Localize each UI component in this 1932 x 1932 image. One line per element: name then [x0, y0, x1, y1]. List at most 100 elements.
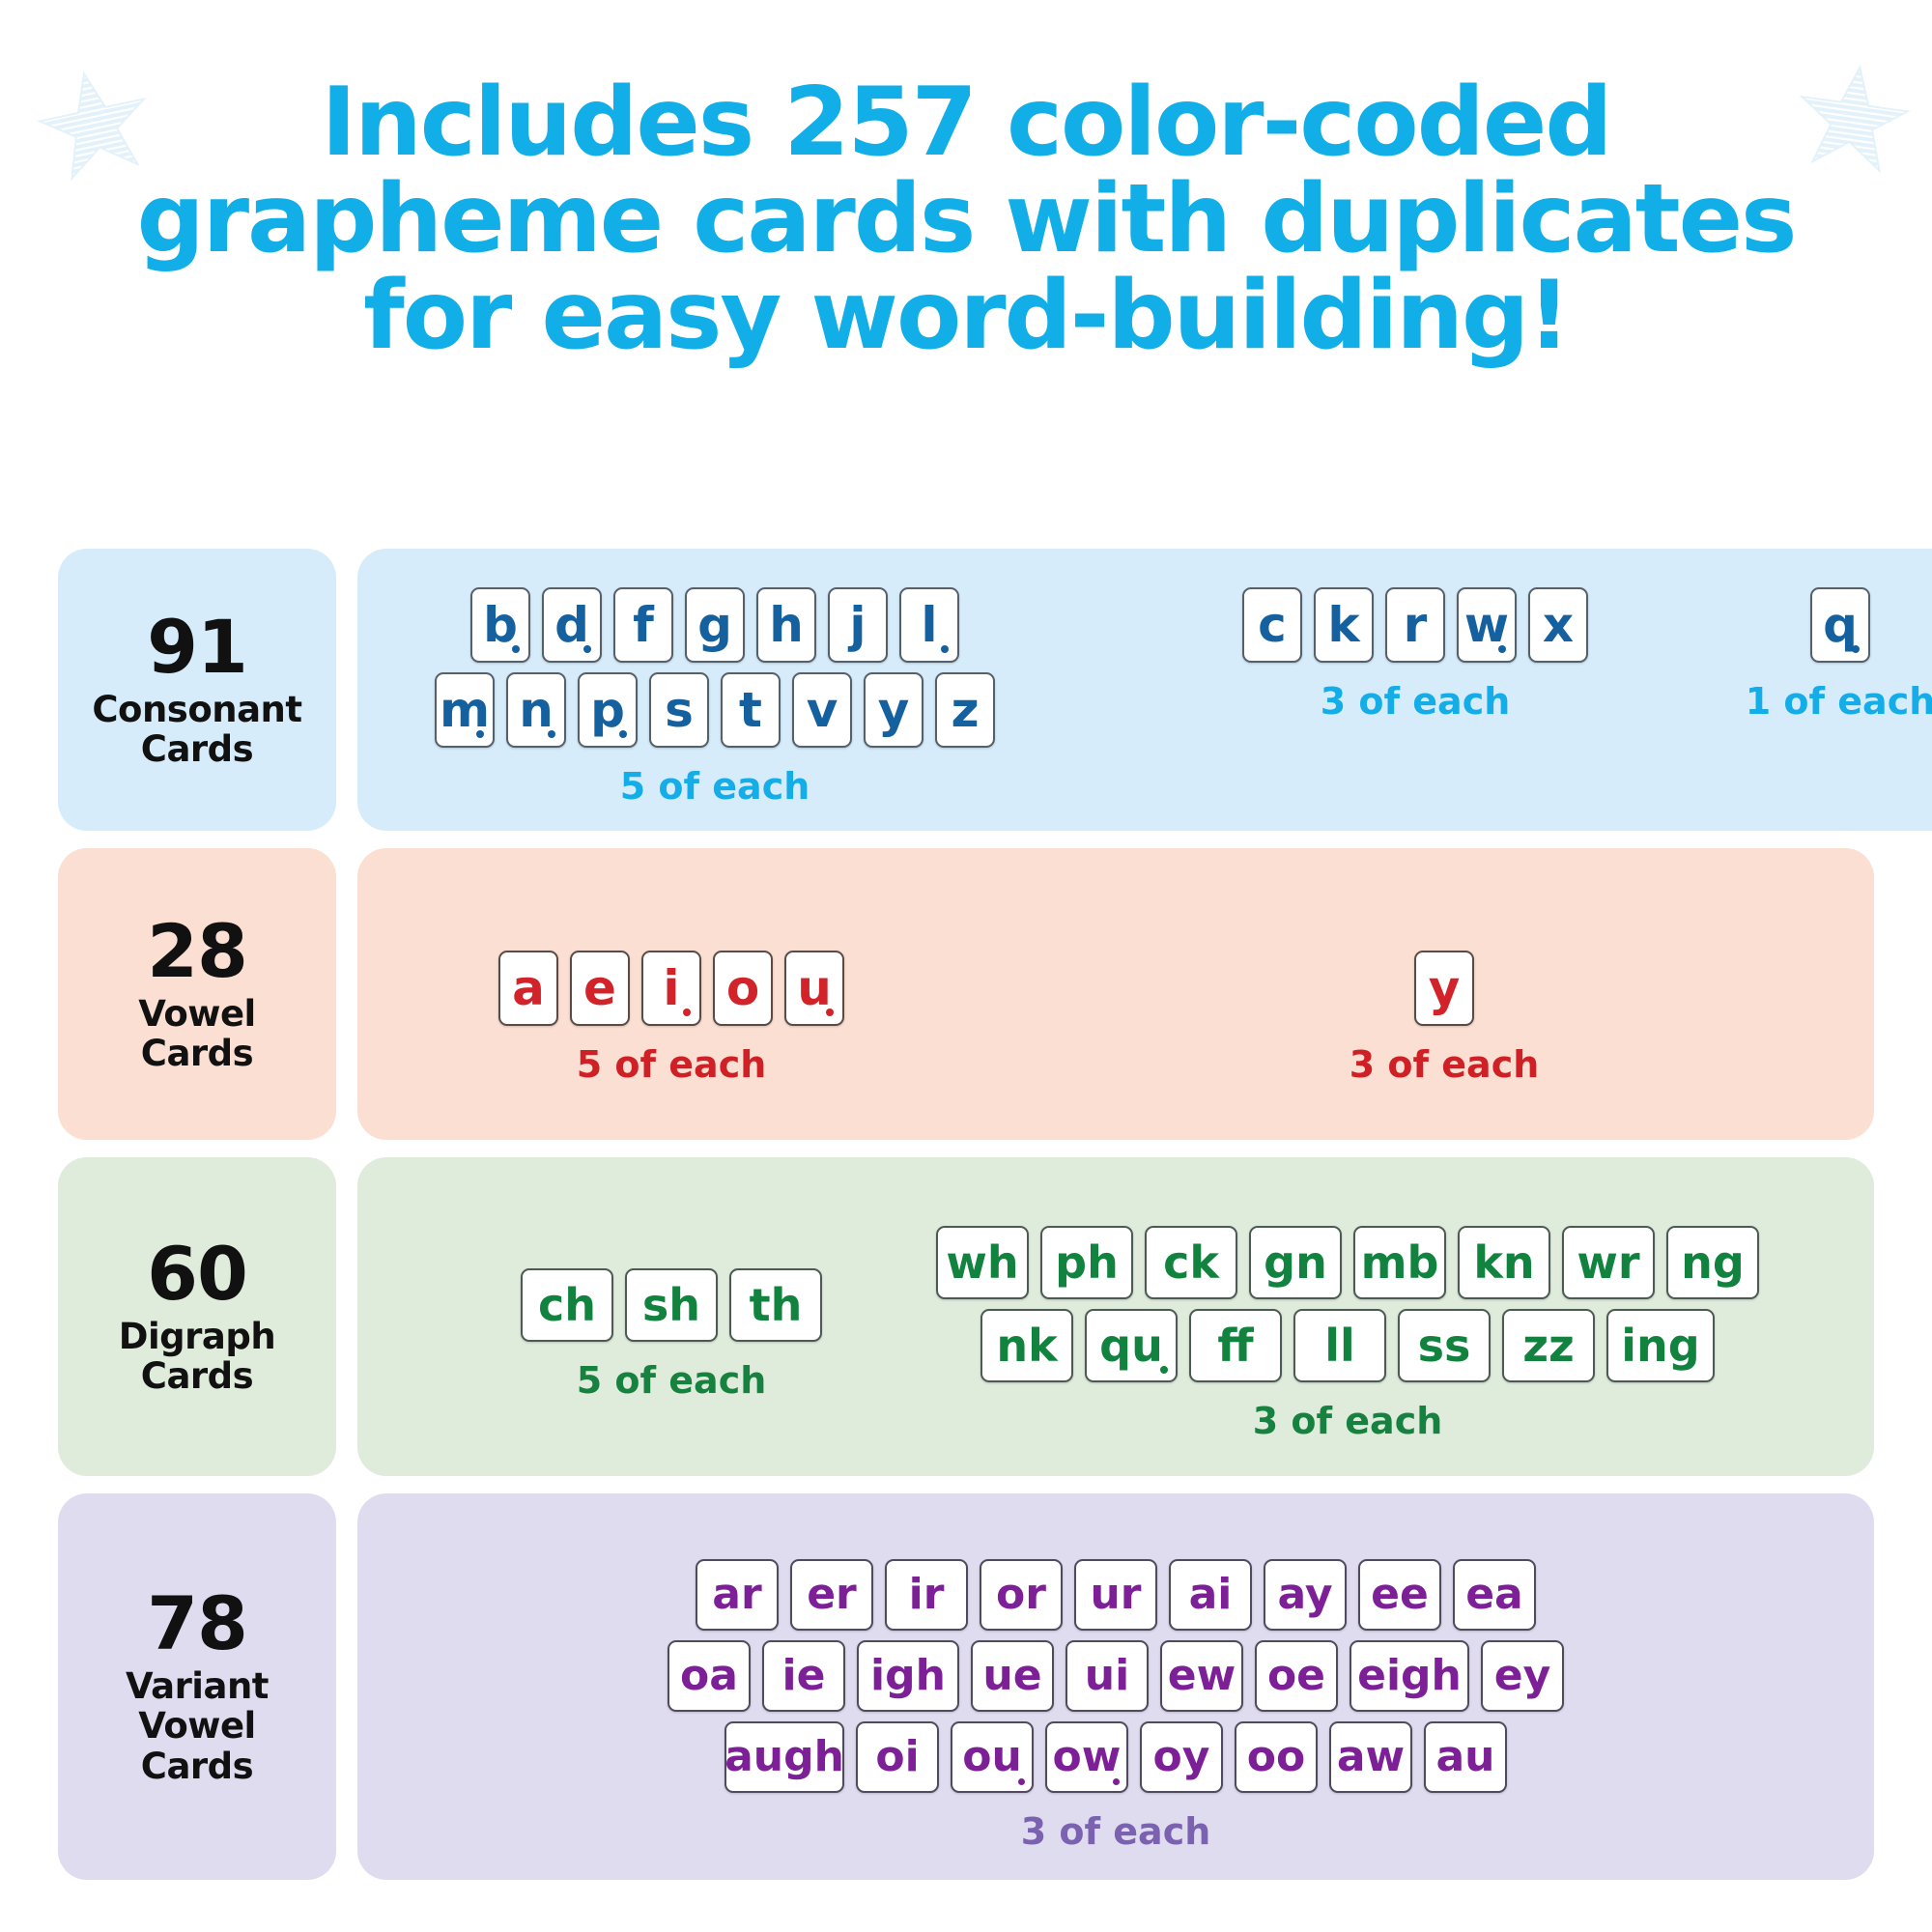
grapheme-card-label: i: [663, 960, 680, 1016]
grapheme-card[interactable]: r: [1385, 587, 1445, 663]
grapheme-card-label: oa: [680, 1651, 738, 1700]
grapheme-card[interactable]: d: [542, 587, 602, 663]
grapheme-card[interactable]: y: [864, 672, 923, 748]
orientation-dot-icon: [1018, 1778, 1025, 1785]
grapheme-card[interactable]: ng: [1666, 1226, 1759, 1299]
grapheme-card[interactable]: ff: [1189, 1309, 1282, 1382]
grapheme-card-label: ar: [712, 1570, 762, 1619]
card-groups: bdfghjl mnpstvyz 5 of each c k r w x 3 of each q 1…: [357, 587, 1932, 808]
grapheme-card[interactable]: ou: [951, 1721, 1034, 1793]
grapheme-card[interactable]: ai: [1169, 1559, 1252, 1631]
grapheme-card[interactable]: zz: [1502, 1309, 1595, 1382]
grapheme-card[interactable]: h: [756, 587, 816, 663]
card-line: ckrwx: [1242, 587, 1588, 663]
grapheme-card[interactable]: t: [721, 672, 781, 748]
grapheme-card[interactable]: oe: [1255, 1640, 1338, 1712]
grapheme-card[interactable]: p: [578, 672, 638, 748]
grapheme-card[interactable]: sh: [625, 1268, 718, 1342]
grapheme-card[interactable]: ar: [696, 1559, 779, 1631]
grapheme-card[interactable]: ss: [1398, 1309, 1491, 1382]
grapheme-card[interactable]: b: [470, 587, 530, 663]
grapheme-card[interactable]: ay: [1264, 1559, 1347, 1631]
grapheme-card[interactable]: j: [828, 587, 888, 663]
grapheme-card[interactable]: nk: [980, 1309, 1073, 1382]
grapheme-card[interactable]: ew: [1160, 1640, 1243, 1712]
grapheme-card[interactable]: wh: [936, 1226, 1029, 1299]
grapheme-card[interactable]: gn: [1249, 1226, 1342, 1299]
grapheme-card[interactable]: u: [784, 951, 844, 1026]
grapheme-card[interactable]: l: [899, 587, 959, 663]
grapheme-card[interactable]: g: [685, 587, 745, 663]
grapheme-card[interactable]: w: [1457, 587, 1517, 663]
grapheme-card[interactable]: oy: [1140, 1721, 1223, 1793]
grapheme-card[interactable]: i: [641, 951, 701, 1026]
grapheme-card[interactable]: kn: [1458, 1226, 1550, 1299]
orientation-dot-icon: [941, 645, 949, 653]
grapheme-card-label: oi: [875, 1732, 920, 1781]
grapheme-card[interactable]: ing: [1606, 1309, 1715, 1382]
category-label-line-3: Cards: [140, 1745, 254, 1787]
grapheme-card[interactable]: m: [435, 672, 495, 748]
grapheme-card[interactable]: c: [1242, 587, 1302, 663]
orientation-dot-icon: [619, 730, 627, 738]
grapheme-card[interactable]: oi: [856, 1721, 939, 1793]
grapheme-card[interactable]: n: [506, 672, 566, 748]
grapheme-card[interactable]: a: [498, 951, 558, 1026]
grapheme-card[interactable]: ea: [1453, 1559, 1536, 1631]
grapheme-card[interactable]: f: [613, 587, 673, 663]
grapheme-card[interactable]: ui: [1065, 1640, 1149, 1712]
grapheme-card[interactable]: x: [1528, 587, 1588, 663]
grapheme-card[interactable]: y: [1414, 951, 1474, 1026]
card-line: augh oi ou ow oy oo aw au: [724, 1721, 1507, 1793]
grapheme-card[interactable]: ll: [1293, 1309, 1386, 1382]
grapheme-card-label: wh: [946, 1236, 1019, 1289]
grapheme-card[interactable]: oo: [1235, 1721, 1318, 1793]
grapheme-card[interactable]: au: [1424, 1721, 1507, 1793]
grapheme-card-label: ck: [1163, 1236, 1219, 1289]
grapheme-card[interactable]: z: [935, 672, 995, 748]
grapheme-card[interactable]: s: [649, 672, 709, 748]
group-quantity-label: 5 of each: [576, 1043, 767, 1086]
grapheme-card-label: ea: [1465, 1570, 1523, 1619]
grapheme-card[interactable]: q: [1810, 587, 1870, 663]
grapheme-card[interactable]: e: [570, 951, 630, 1026]
grapheme-card[interactable]: o: [713, 951, 773, 1026]
grapheme-card[interactable]: th: [729, 1268, 822, 1342]
grapheme-card[interactable]: ph: [1040, 1226, 1133, 1299]
grapheme-card[interactable]: ie: [762, 1640, 845, 1712]
card-line: y: [1414, 951, 1474, 1026]
grapheme-card[interactable]: qu: [1085, 1309, 1178, 1382]
grapheme-card[interactable]: ir: [885, 1559, 968, 1631]
grapheme-card[interactable]: ee: [1358, 1559, 1441, 1631]
category-content-digraph: ch sh th 5 of each wh ph ck gn mb kn wr ng nk qu ff ll s…: [357, 1157, 1874, 1476]
grapheme-card-label: d: [554, 597, 589, 653]
grapheme-card-label: sh: [641, 1279, 701, 1331]
grapheme-card-label: e: [583, 960, 616, 1016]
orientation-dot-icon: [512, 645, 520, 653]
grapheme-card[interactable]: mb: [1353, 1226, 1446, 1299]
grapheme-card[interactable]: k: [1314, 587, 1374, 663]
orientation-dot-icon: [1160, 1366, 1168, 1374]
grapheme-card[interactable]: ck: [1145, 1226, 1237, 1299]
grapheme-card[interactable]: ow: [1045, 1721, 1128, 1793]
grapheme-card[interactable]: ey: [1481, 1640, 1564, 1712]
grapheme-card-label: oe: [1266, 1651, 1326, 1700]
grapheme-card[interactable]: er: [790, 1559, 873, 1631]
grapheme-card-label: y: [1428, 960, 1461, 1016]
card-group-five: ch sh th 5 of each: [464, 1268, 879, 1402]
grapheme-card[interactable]: augh: [724, 1721, 844, 1793]
grapheme-card[interactable]: or: [980, 1559, 1063, 1631]
grapheme-card[interactable]: ch: [521, 1268, 613, 1342]
grapheme-card[interactable]: eigh: [1350, 1640, 1469, 1712]
grapheme-card[interactable]: oa: [668, 1640, 751, 1712]
grapheme-card[interactable]: aw: [1329, 1721, 1412, 1793]
card-category-rows: 91 Consonant Cards b d f g h j l m n p s t v y z 5 of each…: [0, 549, 1932, 1897]
grapheme-card-label: l: [921, 597, 938, 653]
grapheme-card-label: u: [797, 960, 832, 1016]
grapheme-card[interactable]: v: [792, 672, 852, 748]
grapheme-card[interactable]: ur: [1074, 1559, 1157, 1631]
card-groups: ch sh th 5 of each wh ph ck gn mb kn wr ng nk qu ff ll s…: [357, 1207, 1874, 1442]
grapheme-card[interactable]: wr: [1562, 1226, 1655, 1299]
grapheme-card[interactable]: igh: [857, 1640, 959, 1712]
grapheme-card[interactable]: ue: [971, 1640, 1054, 1712]
